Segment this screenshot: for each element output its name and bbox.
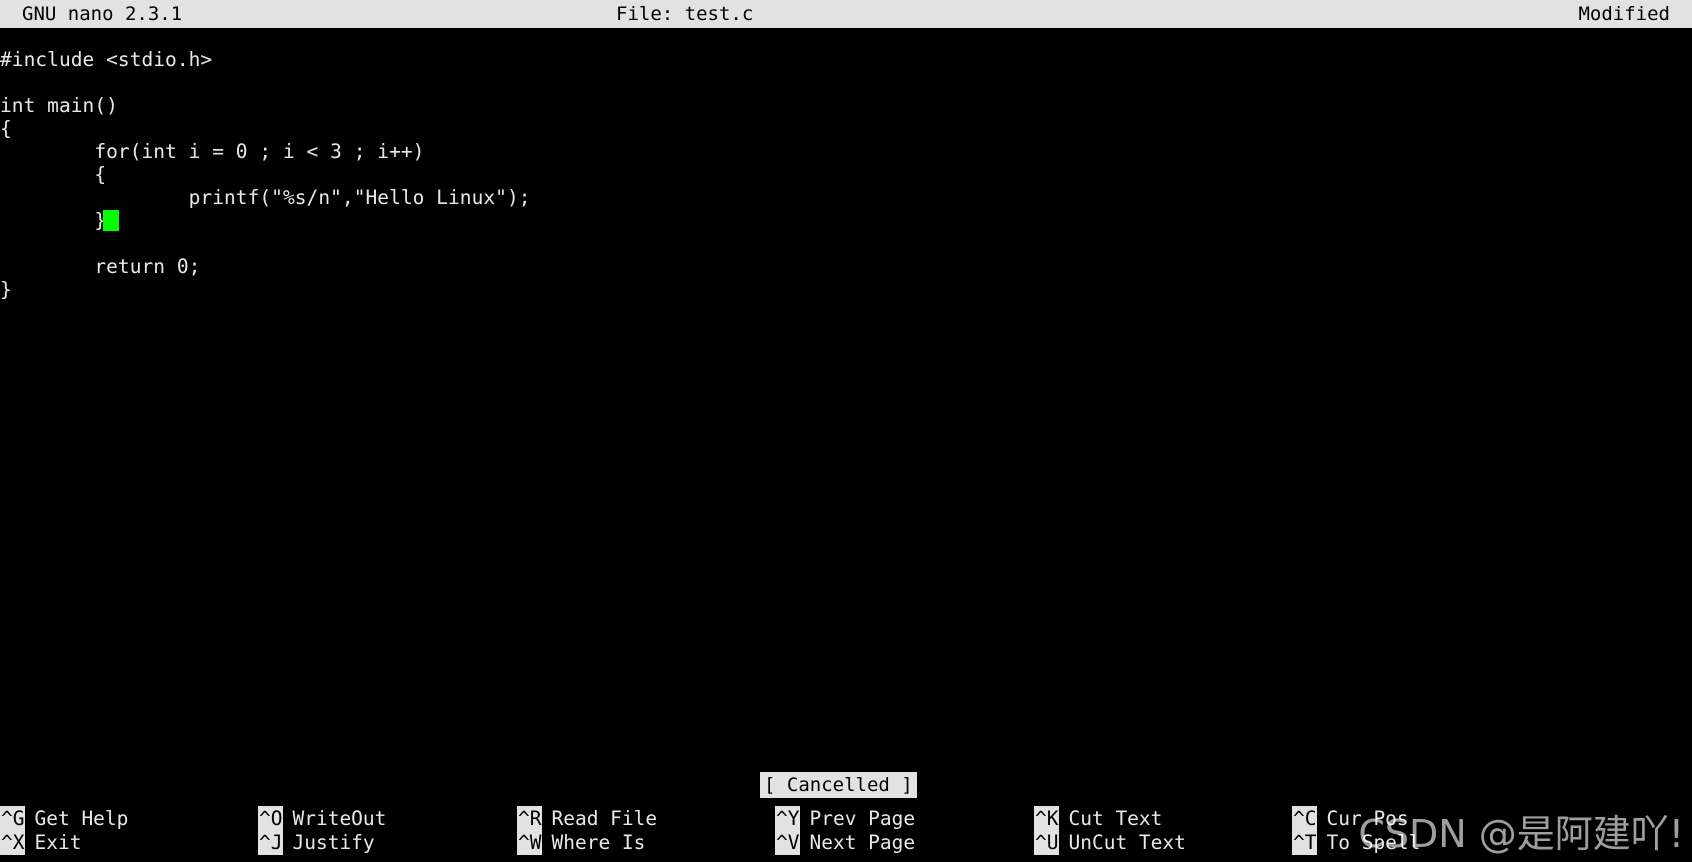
code-line: { (0, 117, 12, 140)
shortcut-key-badge: ^Y (775, 806, 801, 831)
shortcut-to-spell[interactable]: ^T To Spell (1292, 830, 1420, 855)
shortcut-prev-page[interactable]: ^Y Prev Page (775, 806, 915, 831)
code-line: printf("%s/n","Hello Linux"); (0, 186, 531, 209)
shortcut-label: Prev Page (809, 807, 916, 830)
shortcut-key-badge: ^V (775, 830, 801, 855)
shortcut-key-badge: ^W (517, 830, 543, 855)
shortcut-label: Cut Text (1068, 807, 1163, 830)
code-line: int main() (0, 94, 118, 117)
code-line: return 0; (0, 255, 201, 278)
code-line: } (0, 278, 12, 301)
shortcut-get-help[interactable]: ^G Get Help (0, 806, 128, 831)
shortcut-where-is[interactable]: ^W Where Is (517, 830, 645, 855)
code-line: } (0, 209, 107, 232)
app-version-label: GNU nano 2.3.1 (22, 3, 183, 25)
shortcut-cut-text[interactable]: ^K Cut Text (1034, 806, 1162, 831)
shortcut-label: Cur Pos (1326, 807, 1409, 830)
shortcut-label: Next Page (809, 831, 916, 854)
shortcut-next-page[interactable]: ^V Next Page (775, 830, 915, 855)
code-line: for(int i = 0 ; i < 3 ; i++) (0, 140, 425, 163)
shortcut-label: Where Is (551, 831, 646, 854)
shortcut-key-badge: ^O (258, 806, 284, 831)
editor-text-area[interactable]: #include <stdio.h> int main(){ for(int i … (0, 28, 1692, 768)
shortcut-key-badge: ^R (517, 806, 543, 831)
modified-indicator: Modified (1578, 3, 1670, 25)
shortcut-justify[interactable]: ^J Justify (258, 830, 375, 855)
shortcut-label: Get Help (34, 807, 129, 830)
shortcut-label: Justify (292, 831, 375, 854)
title-bar: GNU nano 2.3.1 File: test.c Modified (0, 0, 1692, 28)
shortcut-read-file[interactable]: ^R Read File (517, 806, 657, 831)
code-line: { (0, 163, 107, 186)
text-cursor (102, 210, 119, 231)
code-line: #include <stdio.h> (0, 48, 213, 71)
shortcut-key-badge: ^J (258, 830, 284, 855)
shortcut-label: Exit (34, 831, 82, 854)
status-message: [ Cancelled ] (760, 772, 917, 798)
shortcut-key-badge: ^G (0, 806, 26, 831)
file-name-label: File: test.c (616, 3, 754, 25)
shortcut-key-badge: ^K (1034, 806, 1060, 831)
shortcut-writeout[interactable]: ^O WriteOut (258, 806, 386, 831)
shortcut-label: To Spell (1326, 831, 1421, 854)
shortcut-label: UnCut Text (1068, 831, 1186, 854)
shortcut-key-badge: ^X (0, 830, 26, 855)
shortcut-key-badge: ^T (1292, 830, 1318, 855)
shortcut-uncut-text[interactable]: ^U UnCut Text (1034, 830, 1186, 855)
shortcut-label: Read File (551, 807, 658, 830)
shortcut-cur-pos[interactable]: ^C Cur Pos (1292, 806, 1409, 831)
shortcut-label: WriteOut (292, 807, 387, 830)
shortcut-key-badge: ^U (1034, 830, 1060, 855)
shortcut-key-badge: ^C (1292, 806, 1318, 831)
shortcut-exit[interactable]: ^X Exit (0, 830, 81, 855)
shortcut-key-bar: ^G Get Help ^X Exit ^O WriteOut ^J Justify ^R Rea… (0, 806, 1692, 862)
